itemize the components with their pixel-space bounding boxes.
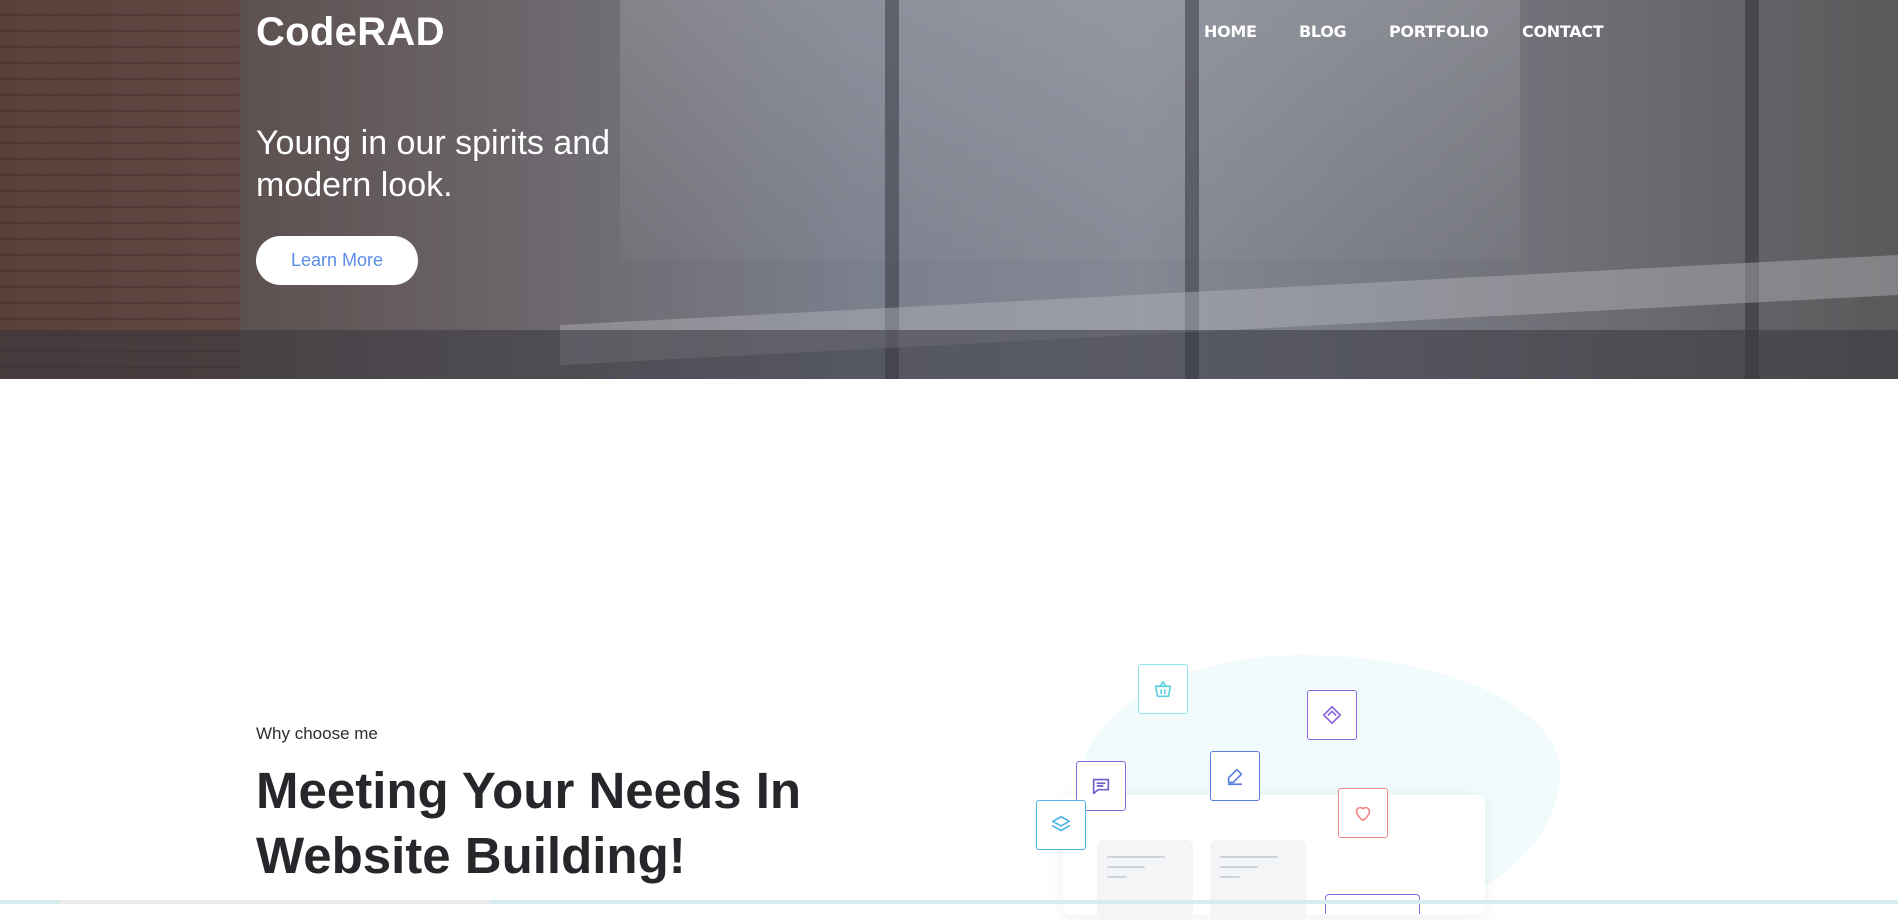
learn-more-button[interactable]: Learn More xyxy=(256,236,418,285)
illustration-tile-partial xyxy=(1325,894,1420,914)
illustration-mini-card xyxy=(1210,840,1306,920)
heart-icon xyxy=(1338,788,1388,838)
nav-item-portfolio[interactable]: PORTFOLIO xyxy=(1389,22,1489,41)
main-nav: HOME BLOG PORTFOLIO CONTACT xyxy=(0,22,1898,46)
features-illustration xyxy=(1020,650,1580,920)
hero-tagline: Young in our spirits and modern look. xyxy=(256,124,611,204)
basket-icon xyxy=(1138,664,1188,714)
scrollbar-thumb[interactable] xyxy=(60,900,490,904)
horizontal-scrollbar[interactable] xyxy=(0,900,1898,904)
section-eyebrow: Why choose me xyxy=(256,724,378,743)
nav-item-contact[interactable]: CONTACT xyxy=(1522,22,1604,41)
nav-item-home[interactable]: HOME xyxy=(1204,22,1257,41)
edit-icon xyxy=(1210,751,1260,801)
diamond-icon xyxy=(1307,690,1357,740)
layers-icon xyxy=(1036,800,1086,850)
nav-item-blog[interactable]: BLOG xyxy=(1299,22,1347,41)
illustration-mini-card xyxy=(1097,840,1193,920)
section-headline: Meeting Your Needs In Website Building! xyxy=(256,762,802,884)
hero-banner: CodeRAD HOME BLOG PORTFOLIO CONTACT Youn… xyxy=(0,0,1898,379)
